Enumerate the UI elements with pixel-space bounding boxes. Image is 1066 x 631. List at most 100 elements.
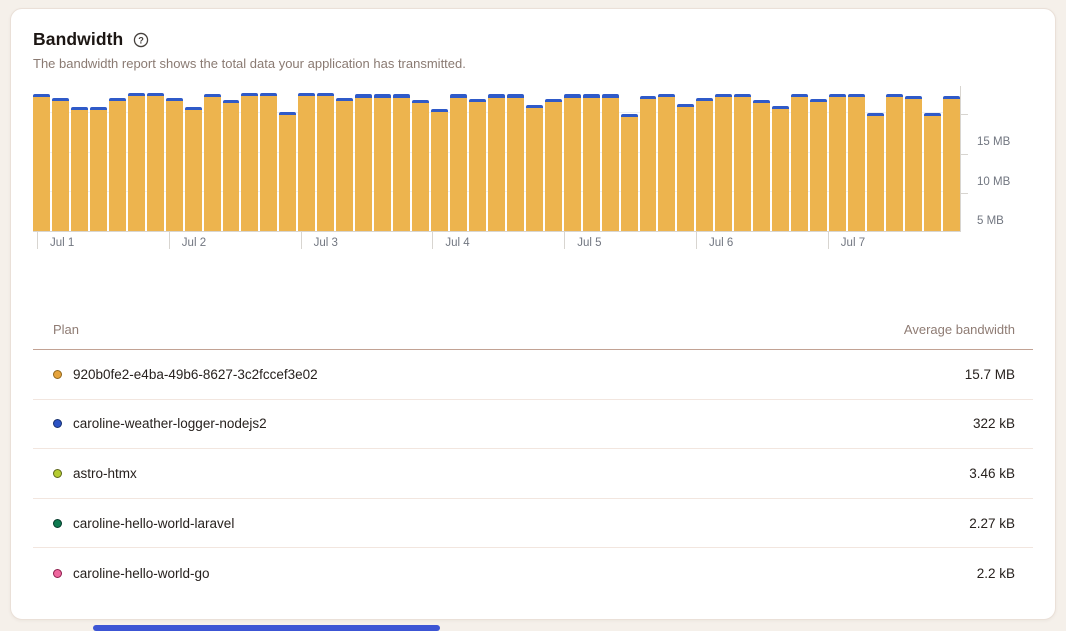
x-axis-tick [828, 232, 829, 249]
chart-bar[interactable] [696, 86, 713, 231]
column-header-average-bandwidth: Average bandwidth [904, 322, 1015, 337]
bar-segment-orange [867, 116, 884, 231]
chart-bar[interactable] [374, 86, 391, 231]
average-bandwidth-value: 15.7 MB [965, 367, 1015, 382]
chart-bar[interactable] [810, 86, 827, 231]
bar-segment-orange [772, 109, 789, 231]
chart-bar[interactable] [71, 86, 88, 231]
x-axis-tick [696, 232, 697, 249]
plan-color-dot-icon [53, 519, 62, 528]
plan-table: Plan Average bandwidth 920b0fe2-e4ba-49b… [33, 322, 1033, 598]
bar-segment-orange [241, 96, 258, 231]
x-axis-label: Jul 3 [314, 237, 338, 249]
y-axis-tick [961, 114, 968, 115]
bar-segment-orange [71, 110, 88, 231]
plan-cell: caroline-hello-world-go [53, 566, 210, 581]
chart-bar[interactable] [545, 86, 562, 231]
table-row[interactable]: caroline-weather-logger-nodejs2322 kB [33, 400, 1033, 450]
chart-bar[interactable] [185, 86, 202, 231]
chart-bar[interactable] [791, 86, 808, 231]
table-row[interactable]: caroline-hello-world-laravel2.27 kB [33, 499, 1033, 549]
chart-bar[interactable] [260, 86, 277, 231]
x-axis-tick [37, 232, 38, 249]
chart-bar[interactable] [412, 86, 429, 231]
bar-segment-orange [715, 97, 732, 231]
chart-bar[interactable] [488, 86, 505, 231]
chart-bar[interactable] [317, 86, 334, 231]
table-row[interactable]: astro-htmx3.46 kB [33, 449, 1033, 499]
plan-name: caroline-weather-logger-nodejs2 [73, 416, 267, 431]
chart-bar[interactable] [355, 86, 372, 231]
chart-bar[interactable] [450, 86, 467, 231]
bar-segment-orange [791, 97, 808, 231]
chart-bar[interactable] [393, 86, 410, 231]
chart-bar[interactable] [658, 86, 675, 231]
bar-segment-orange [696, 101, 713, 231]
chart-bar[interactable] [564, 86, 581, 231]
table-row[interactable]: 920b0fe2-e4ba-49b6-8627-3c2fccef3e02 15.7… [33, 350, 1033, 400]
chart-bar[interactable] [753, 86, 770, 231]
chart-bar[interactable] [33, 86, 50, 231]
chart-bar[interactable] [829, 86, 846, 231]
chart-bar[interactable] [943, 86, 960, 231]
help-question-icon[interactable]: ? [133, 32, 149, 48]
chart-bar[interactable] [507, 86, 524, 231]
chart-bar[interactable] [640, 86, 657, 231]
bar-segment-orange [810, 102, 827, 231]
chart-bar[interactable] [431, 86, 448, 231]
card-subtitle: The bandwidth report shows the total dat… [33, 56, 1033, 71]
bar-segment-orange [298, 96, 315, 231]
plan-color-dot-icon [53, 419, 62, 428]
plan-color-dot-icon [53, 370, 62, 379]
chart-bar[interactable] [886, 86, 903, 231]
bar-segment-orange [545, 102, 562, 231]
plan-name: caroline-hello-world-go [73, 566, 210, 581]
chart-bar[interactable] [166, 86, 183, 231]
x-axis-label: Jul 6 [709, 237, 733, 249]
chart-bar[interactable] [279, 86, 296, 231]
bar-segment-orange [90, 110, 107, 231]
chart-bar[interactable] [677, 86, 694, 231]
x-axis-label: Jul 4 [445, 237, 469, 249]
chart-bar[interactable] [298, 86, 315, 231]
bar-segment-orange [677, 107, 694, 231]
chart-bar[interactable] [128, 86, 145, 231]
chart-bar[interactable] [924, 86, 941, 231]
bar-segment-orange [166, 101, 183, 231]
chart-bar[interactable] [583, 86, 600, 231]
chart-bar[interactable] [109, 86, 126, 231]
chart-bar[interactable] [602, 86, 619, 231]
bar-segment-orange [147, 96, 164, 231]
chart-bar[interactable] [715, 86, 732, 231]
chart-plot-area [33, 86, 961, 232]
bar-segment-orange [52, 101, 69, 231]
chart-bar[interactable] [905, 86, 922, 231]
chart-bar[interactable] [336, 86, 353, 231]
chart-bar[interactable] [848, 86, 865, 231]
chart-bar[interactable] [52, 86, 69, 231]
chart-bar[interactable] [469, 86, 486, 231]
chart-bar[interactable] [223, 86, 240, 231]
x-axis-label: Jul 1 [50, 237, 74, 249]
chart-bar[interactable] [772, 86, 789, 231]
chart-bar[interactable] [90, 86, 107, 231]
bar-segment-orange [279, 115, 296, 231]
chart-bar[interactable] [526, 86, 543, 231]
chart-bar[interactable] [147, 86, 164, 231]
average-bandwidth-value: 3.46 kB [969, 466, 1015, 481]
bar-segment-orange [753, 103, 770, 231]
chart-bar[interactable] [734, 86, 751, 231]
bar-segment-orange [905, 99, 922, 231]
bar-segment-orange [507, 98, 524, 231]
plan-name: 920b0fe2-e4ba-49b6-8627-3c2fccef3e02 [73, 367, 318, 382]
chart-bar[interactable] [241, 86, 258, 231]
y-axis-label: 5 MB [977, 215, 1004, 227]
bar-segment-orange [640, 99, 657, 231]
average-bandwidth-value: 2.27 kB [969, 516, 1015, 531]
chart-bar[interactable] [867, 86, 884, 231]
x-axis-tick [564, 232, 565, 249]
bar-segment-orange [33, 97, 50, 231]
table-row[interactable]: caroline-hello-world-go2.2 kB [33, 548, 1033, 598]
chart-bar[interactable] [621, 86, 638, 231]
chart-bar[interactable] [204, 86, 221, 231]
